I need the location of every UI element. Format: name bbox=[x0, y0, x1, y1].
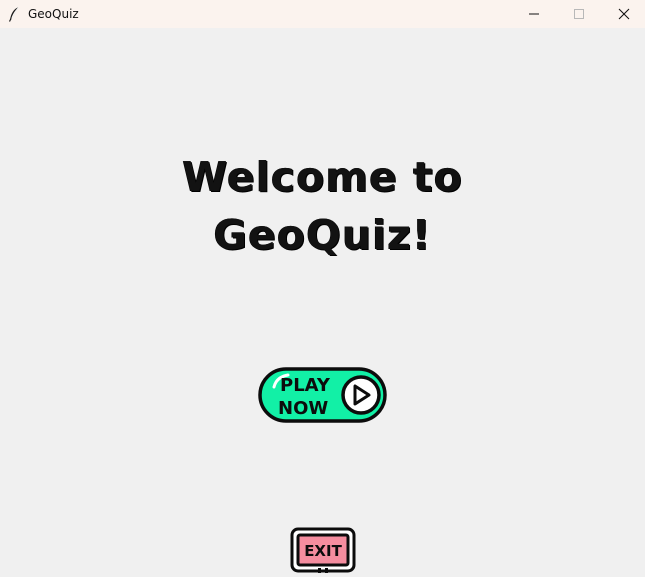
play-now-line-1: PLAY bbox=[280, 375, 331, 396]
maximize-button[interactable] bbox=[556, 0, 602, 28]
feather-icon bbox=[8, 6, 20, 22]
window-title: GeoQuiz bbox=[28, 7, 79, 21]
close-button[interactable] bbox=[601, 0, 645, 28]
welcome-heading: Welcome to GeoQuiz! bbox=[0, 148, 645, 264]
minimize-button[interactable] bbox=[511, 0, 557, 28]
close-icon bbox=[618, 8, 630, 20]
welcome-line-1: Welcome to bbox=[182, 153, 463, 201]
play-now-line-2: NOW bbox=[278, 398, 328, 419]
welcome-line-2: GeoQuiz! bbox=[213, 211, 432, 259]
minimize-icon bbox=[529, 13, 539, 15]
play-now-button[interactable]: PLAY NOW bbox=[258, 367, 387, 423]
exit-button[interactable]: EXIT bbox=[290, 527, 356, 573]
app-window: GeoQuiz Welcome to GeoQuiz! PLAY NOW EXI… bbox=[0, 0, 645, 577]
maximize-icon bbox=[574, 9, 584, 19]
title-bar[interactable]: GeoQuiz bbox=[0, 0, 645, 28]
exit-label: EXIT bbox=[304, 542, 342, 560]
play-circle-icon bbox=[341, 375, 381, 415]
